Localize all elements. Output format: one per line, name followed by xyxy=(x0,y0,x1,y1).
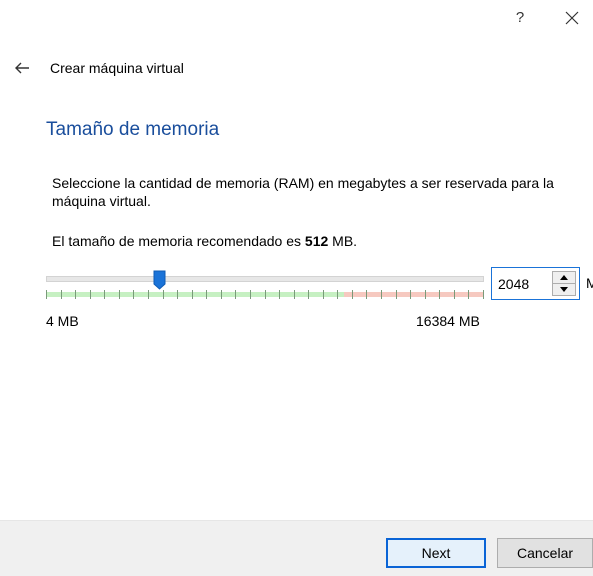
next-button[interactable]: Next xyxy=(386,538,486,568)
slider-tick xyxy=(279,290,280,299)
slider-tick xyxy=(366,290,367,299)
wizard-title: Crear máquina virtual xyxy=(50,60,184,76)
back-button[interactable] xyxy=(10,56,34,80)
cancel-button[interactable]: Cancelar xyxy=(497,538,593,568)
memory-input[interactable] xyxy=(492,268,546,299)
slider-tick xyxy=(192,290,193,299)
slider-handle[interactable] xyxy=(153,270,166,290)
slider-tick xyxy=(337,290,338,299)
slider-tick xyxy=(323,290,324,299)
slider-tick xyxy=(104,290,105,299)
slider-max-label: 16384 MB xyxy=(416,313,480,329)
slider-tick xyxy=(133,290,134,299)
slider-tick xyxy=(352,290,353,299)
memory-unit-label: MB xyxy=(586,275,593,291)
recommended-prefix: El tamaño de memoria recomendado es xyxy=(52,233,305,249)
slider-tick xyxy=(308,290,309,299)
slider-tick xyxy=(250,290,251,299)
header-row: Crear máquina virtual xyxy=(10,56,184,80)
slider-tick xyxy=(410,290,411,299)
slider-tick xyxy=(119,290,120,299)
slider-tick xyxy=(381,290,382,299)
spin-up-button[interactable] xyxy=(553,272,575,284)
slider-tick xyxy=(235,290,236,299)
description-text: Seleccione la cantidad de memoria (RAM) … xyxy=(52,175,554,209)
slider-ticks xyxy=(46,290,484,299)
slider-track[interactable] xyxy=(46,276,484,282)
slider-tick xyxy=(454,290,455,299)
slider-tick xyxy=(206,290,207,299)
slider-tick xyxy=(163,290,164,299)
slider-tick xyxy=(46,290,47,299)
slider-tick xyxy=(396,290,397,299)
memory-slider[interactable] xyxy=(46,270,484,304)
page-title: Tamaño de memoria xyxy=(46,119,220,140)
arrow-left-icon xyxy=(15,62,29,74)
slider-tick xyxy=(265,290,266,299)
recommended-memory-text: El tamaño de memoria recomendado es 512 … xyxy=(52,233,357,249)
slider-tick xyxy=(148,290,149,299)
slider-tick xyxy=(468,290,469,299)
slider-tick xyxy=(483,290,484,299)
close-icon xyxy=(565,11,579,25)
slider-min-label: 4 MB xyxy=(46,313,79,329)
slider-tick xyxy=(90,290,91,299)
recommended-value: 512 xyxy=(304,233,329,249)
slider-tick xyxy=(75,290,76,299)
triangle-up-icon xyxy=(560,275,568,280)
slider-tick xyxy=(294,290,295,299)
recommended-suffix: MB. xyxy=(328,233,358,249)
close-button[interactable] xyxy=(558,6,586,30)
help-button[interactable]: ? xyxy=(506,6,534,30)
memory-spinbox[interactable] xyxy=(491,267,580,300)
spin-down-button[interactable] xyxy=(553,284,575,295)
spin-buttons xyxy=(552,271,576,296)
slider-tick xyxy=(439,290,440,299)
slider-tick xyxy=(61,290,62,299)
slider-tick xyxy=(221,290,222,299)
triangle-down-icon xyxy=(560,287,568,292)
slider-handle-icon xyxy=(153,270,166,290)
slider-tick xyxy=(425,290,426,299)
slider-tick xyxy=(177,290,178,299)
footer-bar: Next Cancelar xyxy=(0,520,593,576)
